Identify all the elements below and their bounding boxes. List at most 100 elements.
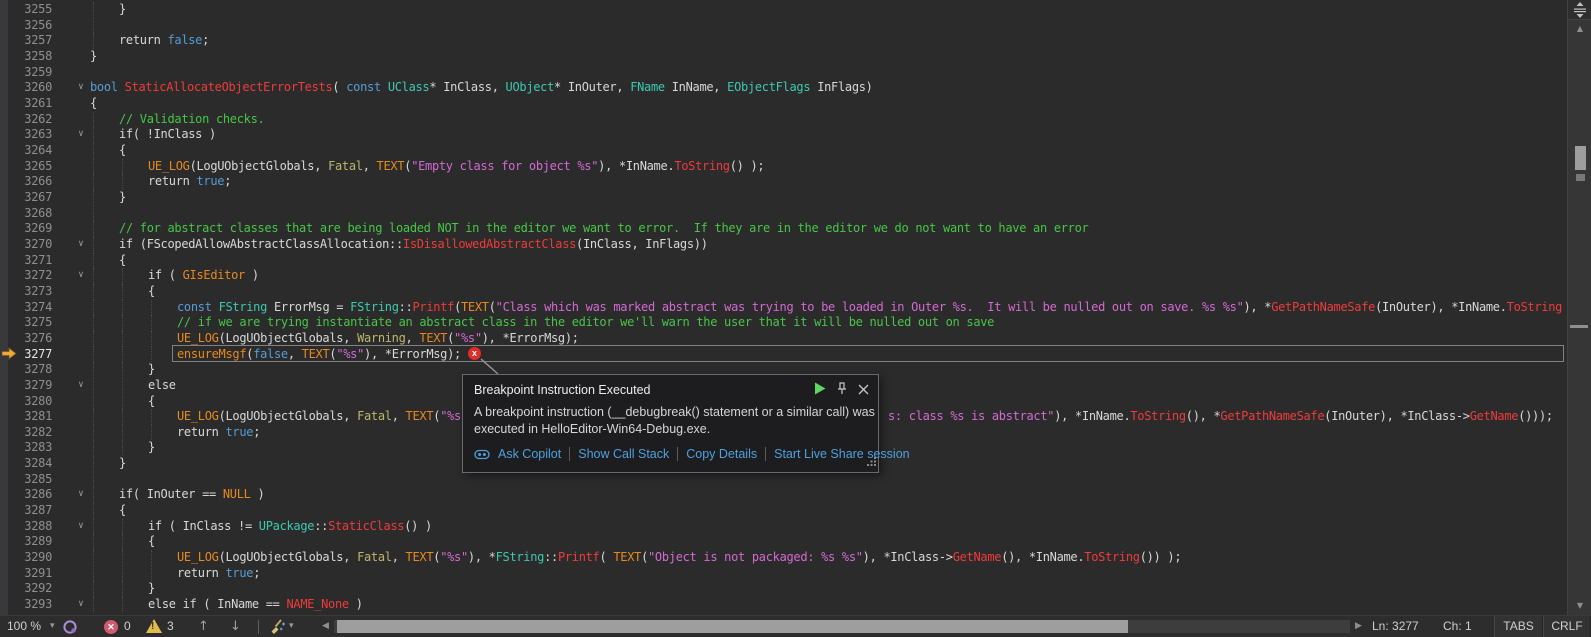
code-line[interactable]: // for abstract classes that are being l… [119,221,1088,237]
line-number[interactable]: 3276 [0,331,52,347]
fold-chevron-icon[interactable]: ∨ [74,237,88,253]
warning-count-icon[interactable]: ! [146,619,162,633]
code-line[interactable]: { [148,534,155,550]
zoom-dropdown-caret[interactable]: ▾ [50,616,55,637]
code-line[interactable]: return true; [177,425,260,441]
line-number[interactable]: 3283 [0,440,52,456]
resize-grip[interactable] [866,453,877,471]
pin-icon[interactable] [836,382,848,400]
line-ending-indicator[interactable]: CRLF [1543,616,1591,637]
code-line[interactable]: return true; [148,174,231,190]
code-line[interactable]: } [148,581,155,597]
code-line[interactable]: if ( GIsEditor ) [148,268,259,284]
line-number[interactable]: 3289 [0,534,52,550]
fold-chevron-icon[interactable]: ∨ [74,127,88,143]
scroll-right-arrow[interactable]: ▶ [1355,616,1362,637]
code-line[interactable]: } [148,362,155,378]
line-number[interactable]: 3280 [0,394,52,410]
code-line[interactable]: { [119,503,126,519]
fold-chevron-icon[interactable]: ∨ [74,80,88,96]
vertical-scroll-thumb[interactable] [1575,146,1586,170]
fold-chevron-icon[interactable]: ∨ [74,487,88,503]
fold-chevron-icon[interactable]: ∨ [74,519,88,535]
zoom-level[interactable]: 100 % [7,616,41,637]
scroll-down-arrow[interactable]: ▼ [1568,601,1591,610]
line-number[interactable]: 3291 [0,566,52,582]
start-live-share-link[interactable]: Start Live Share session [774,447,910,461]
line-indicator[interactable]: Ln: 3277 [1372,616,1419,637]
line-number[interactable]: 3263 [0,127,52,143]
show-call-stack-link[interactable]: Show Call Stack [578,447,669,461]
code-line[interactable]: bool StaticAllocateObjectErrorTests( con… [90,80,873,96]
fold-chevron-icon[interactable]: ∨ [74,378,88,394]
line-number[interactable]: 3286 [0,487,52,503]
scroll-left-arrow[interactable]: ◀ [322,616,329,637]
code-line[interactable]: { [148,394,155,410]
code-line[interactable]: } [90,49,97,65]
code-editor[interactable]: 3255}32563257return false;3258}32593260∨… [0,0,1567,615]
line-number[interactable]: 3260 [0,80,52,96]
error-count[interactable]: 0 [124,616,131,637]
line-number[interactable]: 3258 [0,49,52,65]
document-health-icon[interactable] [62,619,78,637]
copy-details-link[interactable]: Copy Details [686,447,757,461]
code-line[interactable]: { [119,253,126,269]
code-line[interactable]: return false; [119,33,209,49]
code-line[interactable]: } [119,190,126,206]
line-number[interactable]: 3256 [0,18,52,34]
code-cleanup-caret[interactable]: ▾ [289,616,294,637]
line-number[interactable]: 3266 [0,174,52,190]
code-cleanup-broom-icon[interactable] [268,619,286,637]
code-line[interactable]: else if ( InName == NAME_None ) [148,597,363,613]
line-number[interactable]: 3285 [0,472,52,488]
fold-chevron-icon[interactable]: ∨ [74,268,88,284]
code-line[interactable]: } [148,440,155,456]
line-number[interactable]: 3281 [0,409,52,425]
line-number[interactable]: 3265 [0,159,52,175]
line-number[interactable]: 3292 [0,581,52,597]
line-number[interactable]: 3274 [0,300,52,316]
horizontal-scrollbar[interactable] [334,620,1350,633]
error-count-icon[interactable]: ✕ [104,620,118,634]
code-line[interactable]: { [119,143,126,159]
line-number[interactable]: 3288 [0,519,52,535]
warning-count[interactable]: 3 [167,616,174,637]
line-number[interactable]: 3293 [0,597,52,613]
scroll-up-arrow[interactable]: ▲ [1568,24,1591,33]
editor-split-handle-icon[interactable] [1568,0,1591,20]
horizontal-scroll-thumb[interactable] [337,620,1128,633]
code-line[interactable]: if ( InClass != UPackage::StaticClass() … [148,519,432,535]
line-number[interactable]: 3261 [0,96,52,112]
code-line[interactable]: return true; [177,566,260,582]
line-number[interactable]: 3264 [0,143,52,159]
line-number[interactable]: 3269 [0,221,52,237]
code-line[interactable]: UE_LOG(LogUObjectGlobals, Fatal, TEXT("%… [177,550,1181,566]
code-line[interactable]: if( InOuter == NULL ) [119,487,264,503]
next-issue-arrow-icon[interactable]: ↓ [230,616,241,637]
code-line[interactable]: if (FScopedAllowAbstractClassAllocation:… [119,237,708,253]
line-number[interactable]: 3275 [0,315,52,331]
line-number[interactable]: 3272 [0,268,52,284]
line-number[interactable]: 3270 [0,237,52,253]
code-line[interactable]: // Validation checks. [119,112,264,128]
line-number[interactable]: 3273 [0,284,52,300]
continue-play-icon[interactable] [815,382,826,400]
code-line-continued[interactable]: s: class %s is abstract"), *InName.ToStr… [888,409,1553,425]
ask-copilot-link[interactable]: Ask Copilot [498,447,561,461]
code-line[interactable]: const FString ErrorMsg = FString::Printf… [177,300,1562,316]
line-number[interactable]: 3262 [0,112,52,128]
column-indicator[interactable]: Ch: 1 [1443,616,1472,637]
previous-issue-arrow-icon[interactable]: ↑ [198,616,209,637]
line-number[interactable]: 3257 [0,33,52,49]
line-number[interactable]: 3282 [0,425,52,441]
line-number[interactable]: 3290 [0,550,52,566]
line-number[interactable]: 3284 [0,456,52,472]
line-number[interactable]: 3268 [0,206,52,222]
code-line[interactable]: } [119,2,126,18]
line-number[interactable]: 3279 [0,378,52,394]
line-number[interactable]: 3267 [0,190,52,206]
indent-mode-indicator[interactable]: TABS [1494,616,1543,637]
fold-chevron-icon[interactable]: ∨ [74,597,88,613]
close-icon[interactable] [858,382,869,400]
code-line[interactable]: { [90,96,97,112]
